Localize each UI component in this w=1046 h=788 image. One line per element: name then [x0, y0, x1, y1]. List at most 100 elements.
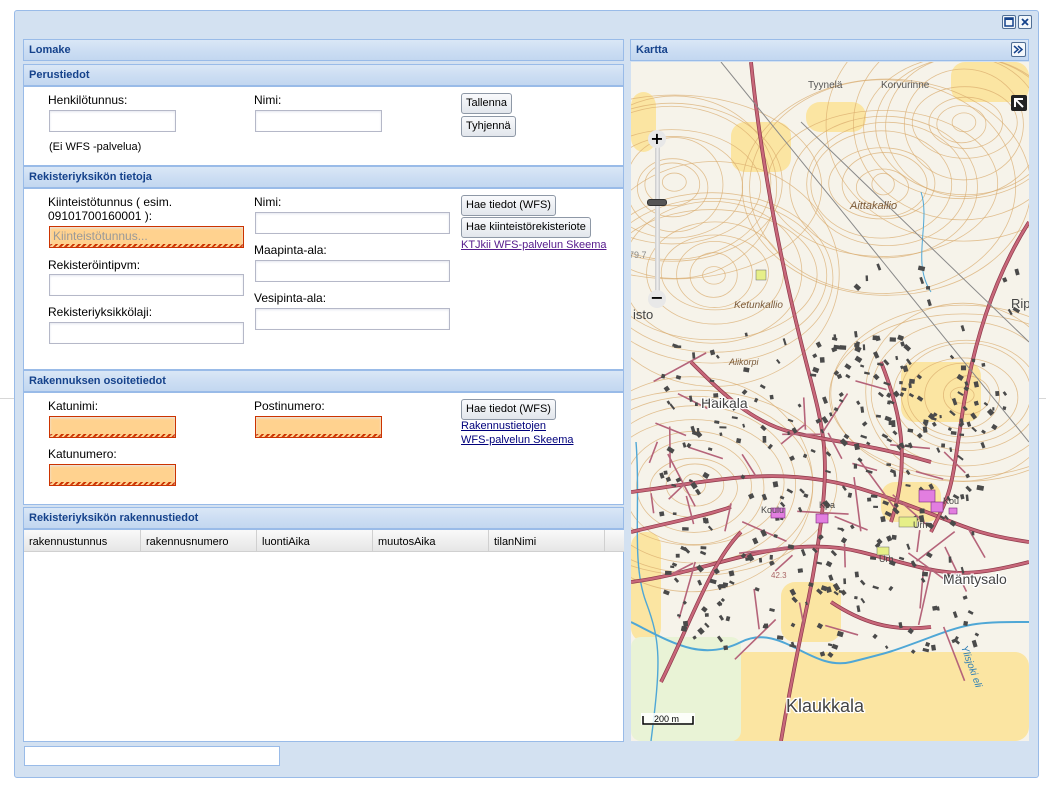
- map-building: [663, 470, 668, 475]
- map-building: [907, 428, 914, 433]
- map-contour-line: [810, 130, 953, 239]
- map-building: [932, 605, 938, 611]
- map-building: [1002, 277, 1008, 283]
- map-building: [865, 275, 869, 282]
- registration-date-input[interactable]: [49, 274, 244, 296]
- map-building: [779, 495, 785, 500]
- map-building: [854, 355, 863, 363]
- building-fetch-button[interactable]: Hae tiedot (WFS): [461, 399, 556, 420]
- map-building: [886, 535, 893, 542]
- map-building: [860, 364, 865, 368]
- map-building: [707, 525, 714, 531]
- building-schema-link-line1[interactable]: Rakennustietojen: [461, 420, 546, 432]
- map-building: [828, 412, 833, 417]
- map-building: [735, 438, 742, 444]
- map-building: [971, 639, 978, 648]
- map-building: [967, 610, 974, 615]
- form-panel-header: Lomake: [23, 39, 624, 61]
- map-view[interactable]: Tyynelä Korvurinne Aittakallio Ketunkall…: [631, 62, 1029, 741]
- building-schema-link-line2[interactable]: WFS-palvelun Skeema: [461, 434, 574, 446]
- map-building: [725, 615, 731, 622]
- zoom-control: + −: [647, 130, 667, 310]
- postal-code-input[interactable]: [255, 416, 382, 438]
- map-building: [974, 632, 980, 637]
- contour-label: 42.3: [771, 571, 787, 580]
- map-building: [876, 263, 882, 271]
- map-public-building: [918, 489, 936, 503]
- map-building: [800, 548, 806, 557]
- map-building: [674, 345, 682, 348]
- maximize-icon: [1004, 17, 1014, 27]
- map-building: [920, 577, 926, 583]
- map-public-building: [815, 513, 829, 524]
- register-extract-button[interactable]: Hae kiinteistörekisteriote: [461, 217, 591, 238]
- street-input[interactable]: [49, 416, 176, 438]
- map-building: [856, 605, 861, 613]
- column-state-name[interactable]: tilanNimi: [489, 530, 605, 552]
- column-created[interactable]: luontiAika: [257, 530, 373, 552]
- map-building: [663, 385, 671, 393]
- collapse-map-button[interactable]: [1011, 42, 1026, 57]
- map-power-lines: [720, 62, 1029, 443]
- map-building: [840, 537, 848, 544]
- map-building: [837, 527, 843, 531]
- map-street: [774, 554, 794, 572]
- map-building: [662, 589, 670, 596]
- building-address-title: Rakennuksen osoitetiedot: [29, 375, 166, 387]
- basic-name-input[interactable]: [255, 110, 382, 132]
- street-number-input[interactable]: [49, 464, 176, 486]
- map-building: [859, 579, 866, 586]
- parcel-fetch-button[interactable]: Hae tiedot (WFS): [461, 195, 556, 216]
- zoom-out-button[interactable]: −: [648, 290, 666, 308]
- parcel-name-input[interactable]: [255, 212, 450, 234]
- property-id-input[interactable]: Kiinteistötunnus...: [49, 226, 244, 248]
- land-area-input[interactable]: [255, 260, 450, 282]
- map-building: [948, 556, 952, 563]
- map-building: [936, 447, 941, 453]
- map-building: [873, 505, 879, 509]
- map-building: [916, 432, 923, 439]
- map-building: [957, 454, 964, 461]
- save-button[interactable]: Tallenna: [461, 93, 512, 114]
- map-building: [981, 362, 986, 367]
- zoom-in-button[interactable]: +: [648, 130, 666, 148]
- map-building: [867, 497, 872, 502]
- maximize-button[interactable]: [1002, 15, 1016, 29]
- map-building: [660, 373, 666, 379]
- map-building: [917, 265, 926, 272]
- map-building: [769, 554, 773, 560]
- map-building: [897, 334, 905, 341]
- status-field[interactable]: [24, 746, 280, 766]
- map-building: [895, 355, 899, 361]
- parcel-info-title: Rekisteriyksikön tietoja: [29, 171, 152, 183]
- water-area-input[interactable]: [255, 308, 450, 330]
- close-button[interactable]: [1018, 15, 1032, 29]
- clear-button[interactable]: Tyhjennä: [461, 116, 516, 137]
- map-building: [966, 421, 972, 428]
- map-building: [699, 550, 707, 556]
- map-building: [854, 331, 858, 338]
- unit-type-input[interactable]: [49, 322, 244, 344]
- ssn-input[interactable]: [49, 110, 176, 132]
- ktj-schema-link[interactable]: KTJkii WFS-palvelun Skeema: [461, 239, 607, 251]
- layer-switcher-button[interactable]: [1011, 95, 1027, 111]
- place-label-haikala: Haikala: [701, 395, 748, 411]
- map-building: [853, 283, 862, 291]
- map-building: [833, 344, 841, 350]
- map-building: [908, 378, 915, 384]
- map-building: [857, 457, 863, 463]
- map-building: [856, 400, 861, 406]
- zoom-slider-handle[interactable]: [647, 198, 667, 206]
- map-building: [960, 325, 966, 332]
- map-building: [731, 416, 738, 420]
- map-building: [797, 403, 802, 408]
- map-building: [659, 472, 665, 479]
- postal-code-label: Postinumero:: [254, 399, 325, 413]
- column-building-number[interactable]: rakennusnumero: [141, 530, 257, 552]
- map-building: [952, 611, 958, 619]
- buildings-grid-header: Rekisteriyksikön rakennustiedot: [23, 507, 624, 529]
- map-building: [831, 643, 839, 650]
- column-building-id[interactable]: rakennustunnus: [24, 530, 141, 552]
- zoom-slider-track[interactable]: [655, 140, 660, 300]
- column-modified[interactable]: muutosAika: [373, 530, 489, 552]
